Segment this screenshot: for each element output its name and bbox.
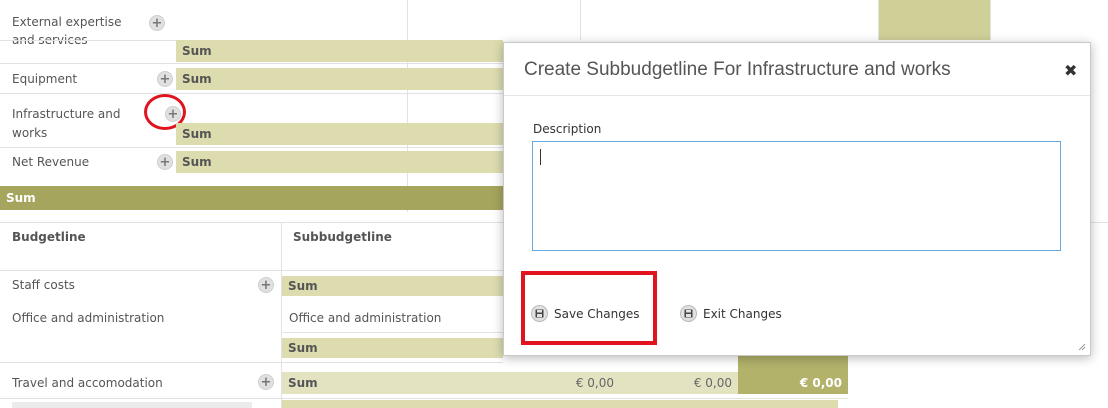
grid-line	[0, 40, 176, 41]
add-subbudgetline-external-expertise-button[interactable]: +	[149, 15, 165, 31]
travel-value-1: € 0,00	[575, 376, 614, 390]
create-subbudgetline-dialog: Create Subbudgetline For Infrastructure …	[503, 42, 1091, 356]
budgetline-office-administration: Office and administration	[12, 310, 165, 325]
row-label-net-revenue: Net Revenue	[12, 154, 90, 169]
grid-line	[407, 0, 408, 212]
grid-line	[0, 147, 503, 148]
description-label: Description	[533, 122, 602, 136]
dialog-title: Create Subbudgetline For Infrastructure …	[524, 59, 951, 80]
add-subbudgetline-travel-button[interactable]: +	[258, 374, 274, 390]
row-label-external-expertise-line1: External expertise	[12, 14, 122, 29]
sum-cell-infrastructure: Sum	[176, 123, 503, 145]
highlight-rectangle	[521, 271, 657, 345]
header-subbudgetline: Subbudgetline	[293, 230, 392, 244]
row-label-infrastructure-line2: works	[12, 125, 48, 140]
grid-line	[0, 362, 503, 363]
grid-line	[0, 398, 848, 399]
grid-line	[580, 0, 581, 40]
total-sum-row: Sum	[0, 186, 503, 210]
budgetline-travel: Travel and accomodation	[12, 375, 163, 390]
add-subbudgetline-equipment-button[interactable]: +	[157, 71, 173, 87]
sum-cell-external-expertise: Sum	[176, 40, 503, 62]
header-budgetline: Budgetline	[12, 230, 86, 244]
subbudget-office-administration: Office and administration	[289, 310, 442, 325]
travel-value-2: € 0,00	[693, 376, 732, 390]
row-label-equipment: Equipment	[12, 71, 78, 86]
row-label-infrastructure-line1: Infrastructure and	[12, 106, 121, 121]
sum-cell-net-revenue: Sum	[176, 151, 503, 173]
sum-cell-equipment: Sum	[176, 68, 503, 90]
subbudget-sum-office-administration: Sum	[282, 338, 503, 358]
description-field[interactable]	[532, 141, 1061, 251]
next-row-partial	[12, 402, 252, 408]
add-subbudgetline-staff-costs-button[interactable]: +	[258, 277, 274, 293]
travel-value-total: € 0,00	[738, 372, 848, 394]
grid-line	[0, 93, 503, 94]
close-icon[interactable]: ✖	[1064, 61, 1077, 80]
resize-grip-icon[interactable]	[1078, 343, 1086, 351]
subbudget-sum-staff-costs: Sum	[282, 276, 503, 296]
exit-changes-button[interactable]: Exit Changes	[680, 305, 782, 322]
dialog-header-divider	[504, 95, 1090, 96]
total-column-fill	[738, 356, 848, 372]
subbudget-sum-travel: Sum	[288, 376, 318, 390]
floppy-disk-icon	[680, 305, 697, 322]
next-row-partial-fill	[282, 400, 838, 408]
grid-line	[282, 332, 503, 333]
grid-line	[990, 0, 991, 40]
add-subbudgetline-net-revenue-button[interactable]: +	[157, 154, 173, 170]
grid-line	[0, 270, 503, 271]
grid-line	[0, 63, 503, 64]
exit-changes-label: Exit Changes	[703, 306, 782, 321]
budgetline-staff-costs: Staff costs	[12, 277, 75, 292]
sum-column-fill	[879, 0, 990, 40]
text-caret	[540, 149, 541, 165]
